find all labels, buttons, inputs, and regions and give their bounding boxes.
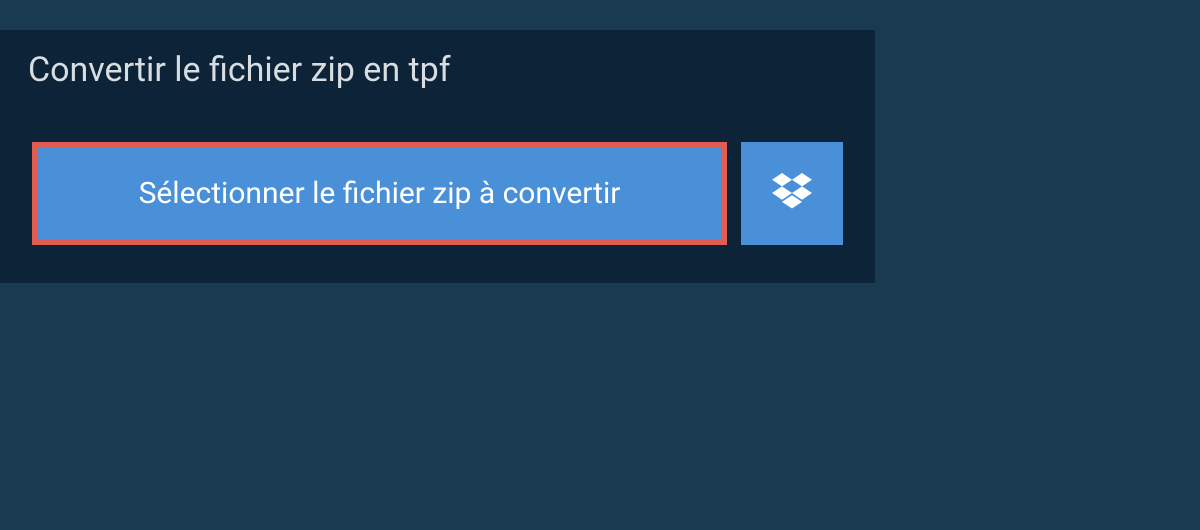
title-bar: Convertir le fichier zip en tpf (0, 30, 565, 110)
dropbox-button[interactable] (741, 142, 843, 245)
page-title: Convertir le fichier zip en tpf (28, 50, 537, 90)
select-file-label: Sélectionner le fichier zip à convertir (139, 176, 621, 211)
select-file-button[interactable]: Sélectionner le fichier zip à convertir (32, 142, 727, 245)
converter-panel: Convertir le fichier zip en tpf Sélectio… (0, 30, 875, 283)
button-area: Sélectionner le fichier zip à convertir (0, 110, 875, 283)
dropbox-icon (772, 172, 812, 216)
